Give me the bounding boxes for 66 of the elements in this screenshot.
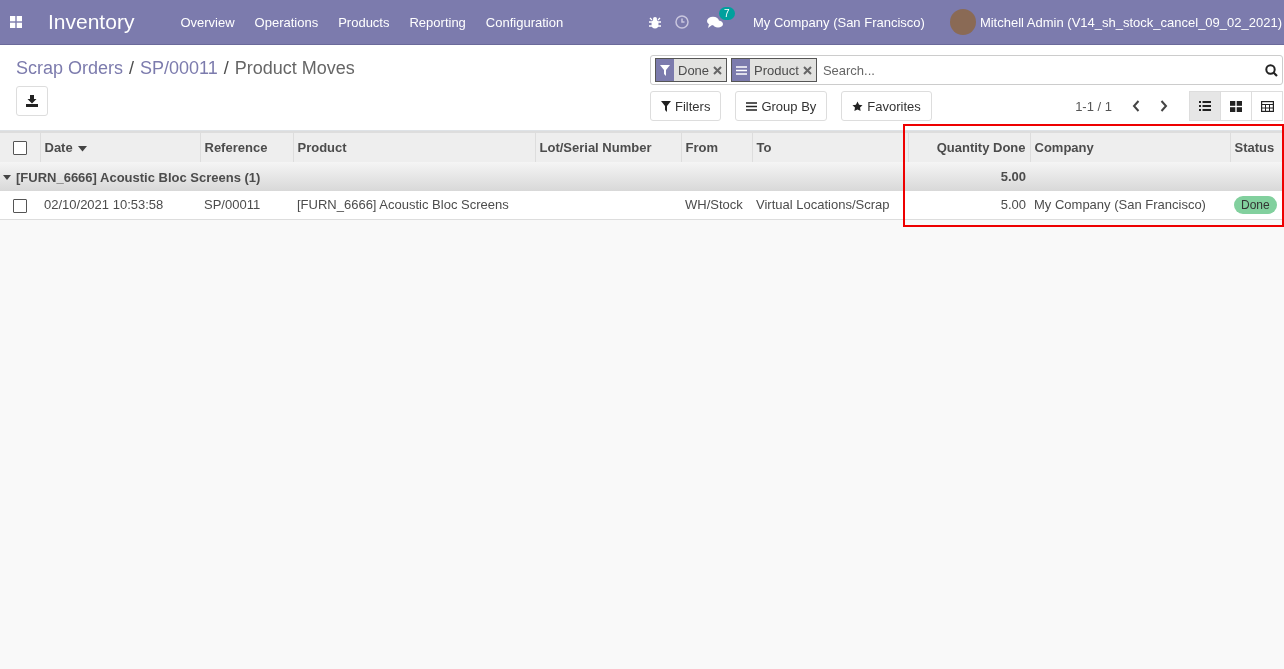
view-switch-button[interactable] xyxy=(1189,91,1221,121)
menu-item[interactable]: Configuration xyxy=(485,14,564,30)
breadcrumb-separator: / xyxy=(129,58,135,79)
breadcrumb-separator: / xyxy=(223,58,229,79)
download-button[interactable] xyxy=(16,86,48,116)
download-icon xyxy=(26,95,38,107)
user-menu[interactable]: Mitchell Admin (V14_sh_stock_cancel_09_02_2021) xyxy=(979,14,1282,30)
grid-icon xyxy=(1230,100,1242,112)
company-switcher[interactable]: My Company (San Francisco) xyxy=(752,14,925,30)
search-option-button[interactable]: Filters xyxy=(650,91,722,121)
group-label: [FURN_6666] Acoustic Bloc Screens (1) xyxy=(16,170,261,185)
breadcrumb-current: Product Moves xyxy=(234,58,355,79)
view-switch-button[interactable] xyxy=(1251,91,1283,121)
status-badge: Done xyxy=(1234,196,1277,215)
search-option-button[interactable]: Favorites xyxy=(841,91,932,121)
list-icon xyxy=(1199,101,1211,111)
bug-icon[interactable] xyxy=(648,15,661,29)
pager-value: 1-1 / 1 xyxy=(1075,98,1112,114)
apps-grid-icon[interactable] xyxy=(10,16,22,28)
menu-item[interactable]: Reporting xyxy=(409,14,466,30)
table-cell: WH/Stock xyxy=(685,197,743,213)
app-name[interactable]: Inventory xyxy=(48,10,135,34)
menu-item[interactable]: Operations xyxy=(254,14,319,30)
column-header[interactable]: From xyxy=(681,132,752,162)
table-cell: 5.00 xyxy=(1000,197,1026,213)
table-cell: SP/00011 xyxy=(204,197,261,213)
facet-label: Product xyxy=(753,62,800,78)
column-header[interactable]: Product xyxy=(293,132,535,162)
search-field[interactable]: Done Product Search... xyxy=(650,55,1283,85)
expand-caret-icon xyxy=(3,175,11,180)
row-checkbox[interactable] xyxy=(13,198,27,213)
search-option-button[interactable]: Group By xyxy=(735,91,828,121)
menu-item[interactable]: Overview xyxy=(180,14,235,30)
column-header[interactable]: Reference xyxy=(200,132,293,162)
list-lines-icon xyxy=(746,101,758,111)
search-facet[interactable]: Done xyxy=(655,58,728,82)
list-lines-icon xyxy=(735,65,747,75)
column-header[interactable]: Quantity Done xyxy=(908,132,1030,162)
menu-item[interactable]: Products xyxy=(338,14,390,30)
remove-icon[interactable] xyxy=(713,65,723,75)
column-header[interactable]: To xyxy=(752,132,908,162)
breadcrumb-link[interactable]: SP/00011 xyxy=(140,58,218,79)
search-facet[interactable]: Product xyxy=(731,58,817,82)
group-total: 5.00 xyxy=(908,162,1030,191)
filter-icon xyxy=(660,64,670,76)
column-header[interactable]: Date xyxy=(40,132,200,162)
chat-bubbles-icon[interactable] xyxy=(706,15,723,29)
column-header[interactable]: Company xyxy=(1030,132,1230,162)
table-icon xyxy=(1260,100,1274,112)
column-header[interactable]: Lot/Serial Number xyxy=(535,132,681,162)
table-cell: 02/10/2021 10:53:58 xyxy=(44,197,164,213)
select-all-checkbox[interactable] xyxy=(12,141,27,156)
filter-icon xyxy=(661,100,671,112)
table-cell: Virtual Locations/Scrap xyxy=(756,197,890,213)
facet-label: Done xyxy=(677,62,711,78)
search-icon[interactable] xyxy=(1265,63,1278,77)
column-header[interactable]: Status xyxy=(1230,132,1284,162)
message-count-badge: 7 xyxy=(718,6,735,20)
remove-icon[interactable] xyxy=(802,65,812,75)
previous-icon[interactable] xyxy=(1132,100,1140,112)
table-cell: My Company (San Francisco) xyxy=(1034,197,1206,213)
star-icon xyxy=(852,100,864,112)
breadcrumb-link[interactable]: Scrap Orders xyxy=(16,58,124,79)
next-icon[interactable] xyxy=(1160,100,1168,112)
table-cell: [FURN_6666] Acoustic Bloc Screens xyxy=(297,197,509,213)
view-switch-button[interactable] xyxy=(1220,91,1252,121)
